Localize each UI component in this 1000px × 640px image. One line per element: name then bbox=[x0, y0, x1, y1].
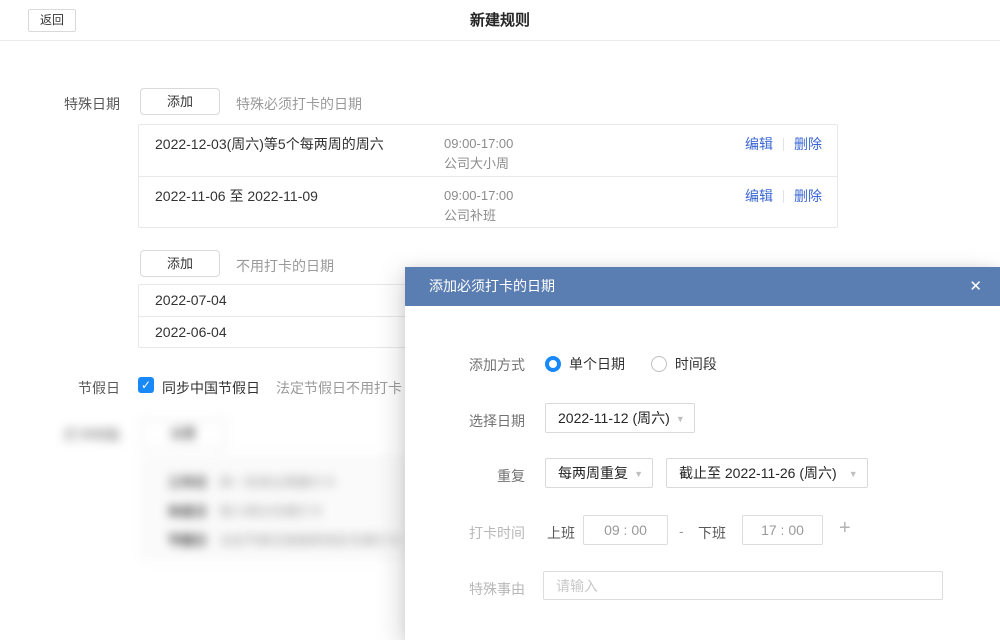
radio-option-label: 时间段 bbox=[675, 356, 717, 372]
no-punch-hint: 不用打卡的日期 bbox=[236, 256, 334, 276]
radio-unselected-icon[interactable] bbox=[651, 356, 667, 372]
sync-china-holiday-text: 同步中国节假日 bbox=[162, 378, 260, 398]
row-time-reason: 09:00-17:00 公司大小周 bbox=[444, 134, 513, 174]
radio-option-label: 单个日期 bbox=[569, 356, 625, 372]
repeat-label: 重复 bbox=[405, 466, 525, 486]
add-method-label: 添加方式 bbox=[405, 355, 525, 375]
repeat-until-dropdown[interactable]: 截止至 2022-11-26 (周六) ▼ bbox=[666, 458, 868, 488]
blurred-line-text: 周六周日无需打卡 bbox=[219, 504, 323, 519]
radio-selected-icon[interactable] bbox=[545, 356, 561, 372]
work-start-label: 上班 bbox=[547, 523, 575, 543]
row-time: 09:00-17:00 bbox=[444, 186, 513, 206]
row-reason: 公司补班 bbox=[444, 206, 513, 226]
work-start-time-input[interactable]: 09 : 00 bbox=[583, 515, 668, 545]
repeat-frequency-value: 每两周重复 bbox=[558, 465, 628, 481]
sync-china-holiday-checkbox[interactable]: ✓ bbox=[138, 377, 154, 393]
add-must-punch-date-modal: 添加必须打卡的日期 ✕ 添加方式 单个日期 时间段 选择日期 2022-11-1… bbox=[405, 267, 1000, 640]
radio-option-time-range[interactable]: 时间段 bbox=[651, 356, 717, 372]
row-date: 2022-07-04 bbox=[155, 292, 227, 308]
blurred-button: 设置 bbox=[140, 419, 226, 449]
work-end-label: 下班 bbox=[698, 523, 726, 543]
caret-down-icon: ▼ bbox=[849, 460, 858, 488]
row-reason: 公司大小周 bbox=[444, 154, 513, 174]
edit-link[interactable]: 编辑 bbox=[745, 134, 773, 154]
select-date-label: 选择日期 bbox=[405, 411, 525, 431]
modal-header: 添加必须打卡的日期 ✕ bbox=[405, 267, 1000, 306]
holiday-label: 节假日 bbox=[30, 378, 120, 398]
top-bar: 返回 新建规则 bbox=[0, 0, 1000, 41]
delete-link[interactable]: 删除 bbox=[794, 134, 822, 154]
special-reason-input[interactable] bbox=[543, 571, 943, 600]
must-punch-table: 2022-12-03(周六)等5个每两周的周六 09:00-17:00 公司大小… bbox=[138, 124, 838, 228]
radio-option-single-date[interactable]: 单个日期 bbox=[545, 356, 629, 372]
blurred-line-text: 周一至周五需要打卡 bbox=[219, 475, 336, 490]
caret-down-icon: ▼ bbox=[634, 460, 643, 488]
caret-down-icon: ▼ bbox=[676, 405, 685, 433]
link-divider bbox=[783, 190, 784, 203]
time-range-dash: - bbox=[679, 523, 684, 539]
work-end-time-input[interactable]: 17 : 00 bbox=[742, 515, 823, 545]
edit-link[interactable]: 编辑 bbox=[745, 186, 773, 206]
repeat-until-value: 截止至 2022-11-26 (周六) bbox=[679, 465, 837, 481]
punch-time-label: 打卡时间 bbox=[405, 523, 525, 543]
date-select-value: 2022-11-12 (周六) bbox=[558, 410, 670, 426]
must-punch-hint: 特殊必须打卡的日期 bbox=[236, 94, 362, 114]
special-dates-label: 特殊日期 bbox=[30, 94, 120, 114]
repeat-frequency-dropdown[interactable]: 每两周重复 ▼ bbox=[545, 458, 653, 488]
date-select-dropdown[interactable]: 2022-11-12 (周六) ▼ bbox=[545, 403, 695, 433]
add-must-punch-date-button[interactable]: 添加 bbox=[140, 88, 220, 115]
holiday-hint: 法定节假日不用打卡 bbox=[276, 378, 402, 398]
special-reason-label: 特殊事由 bbox=[405, 579, 525, 599]
row-date: 2022-12-03(周六)等5个每两周的周六 bbox=[155, 134, 384, 154]
add-no-punch-date-button[interactable]: 添加 bbox=[140, 250, 220, 277]
link-divider bbox=[783, 138, 784, 151]
blurred-line-label: 休息日 bbox=[168, 504, 207, 519]
blurred-line-text: 法定节假日按国家规定无需打卡 bbox=[219, 533, 401, 548]
delete-link[interactable]: 删除 bbox=[794, 186, 822, 206]
page-title: 新建规则 bbox=[0, 0, 1000, 41]
blurred-line-label: 工作日 bbox=[168, 475, 207, 490]
close-icon[interactable]: ✕ bbox=[969, 267, 982, 306]
row-time-reason: 09:00-17:00 公司补班 bbox=[444, 186, 513, 226]
row-time: 09:00-17:00 bbox=[444, 134, 513, 154]
modal-title: 添加必须打卡的日期 bbox=[429, 267, 555, 306]
blurred-line-label: 节假日 bbox=[168, 533, 207, 548]
new-rule-page: 返回 新建规则 特殊日期 添加 特殊必须打卡的日期 2022-12-03(周六)… bbox=[0, 0, 1000, 640]
add-time-icon[interactable]: + bbox=[839, 517, 851, 540]
add-method-options: 单个日期 时间段 bbox=[545, 354, 739, 374]
blurred-section-label: 打卡时段 bbox=[30, 425, 120, 445]
row-date: 2022-06-04 bbox=[155, 324, 227, 340]
table-row: 2022-11-06 至 2022-11-09 09:00-17:00 公司补班… bbox=[139, 176, 837, 227]
row-date: 2022-11-06 至 2022-11-09 bbox=[155, 186, 318, 206]
table-row: 2022-12-03(周六)等5个每两周的周六 09:00-17:00 公司大小… bbox=[139, 125, 837, 176]
